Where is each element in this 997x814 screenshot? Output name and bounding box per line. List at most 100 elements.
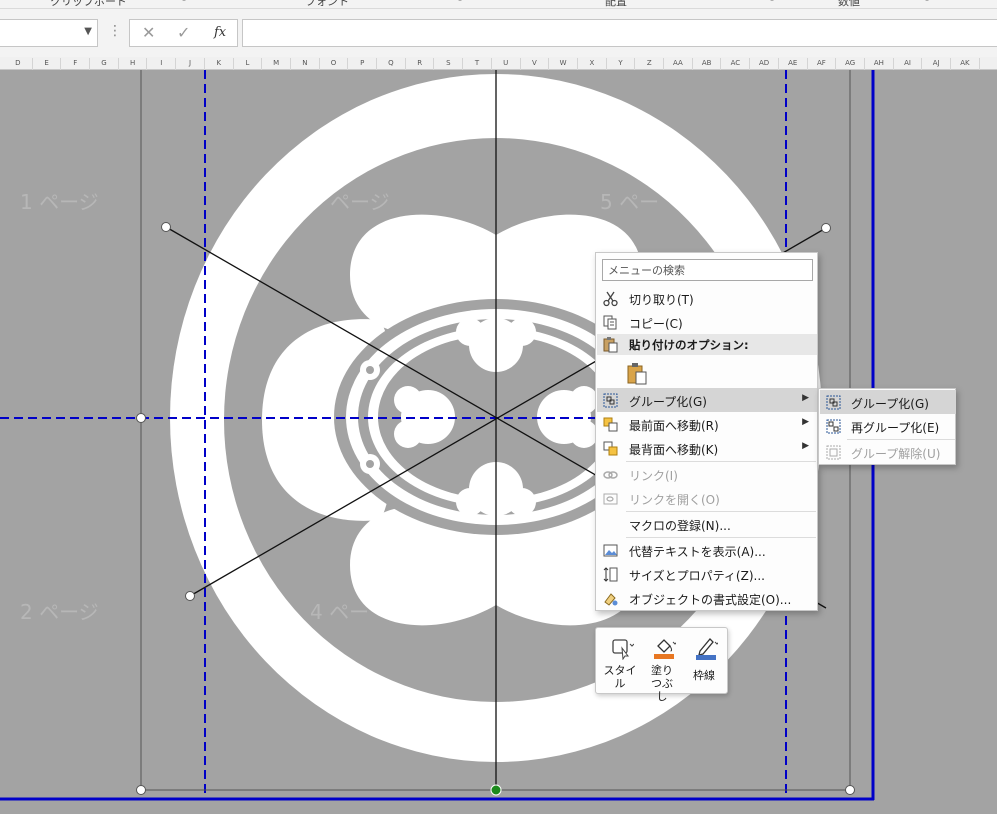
menu-item-open-link[interactable]: リンクを開く(O) (597, 486, 817, 510)
rotation-handle (490, 784, 502, 796)
menu-item-assign-macro[interactable]: マクロの登録(N)... (597, 512, 817, 536)
submenu-arrow-icon: ▶ (802, 393, 809, 403)
send-back-icon (603, 441, 618, 456)
submenu-item-group-label: グループ化(G) (851, 397, 929, 411)
alignment-launcher-icon[interactable]: ⌟ (770, 0, 774, 3)
fill-bucket-icon (654, 639, 676, 659)
paste-default-icon (627, 363, 647, 385)
column-header-cell[interactable]: L (234, 58, 263, 70)
paste-option-button[interactable] (597, 359, 817, 389)
outline-button-label: 枠線 (693, 669, 715, 682)
paste-options-label: 貼り付けのオプション: (629, 338, 749, 352)
paste-options-header: 貼り付けのオプション: (597, 334, 817, 355)
column-header-cell[interactable]: AG (836, 58, 865, 70)
ribbon-group-font[interactable]: フォント (305, 0, 349, 8)
cancel-entry-icon[interactable]: ✕ (142, 23, 155, 42)
ribbon-group-alignment[interactable]: 配置 (605, 0, 627, 8)
column-header-cell[interactable]: AJ (922, 58, 952, 70)
fill-button[interactable]: 塗りつぶし (642, 634, 682, 703)
name-box[interactable]: ▼ (0, 19, 98, 47)
column-header-cell[interactable]: X (578, 58, 607, 70)
column-header-cell[interactable]: G (90, 58, 119, 70)
submenu-item-regroup-label: 再グループ化(E) (851, 421, 940, 435)
menu-item-bring-front-label: 最前面へ移動(R) (629, 419, 719, 433)
column-header-cell[interactable]: D (4, 58, 33, 70)
page-label-3: ページ (330, 190, 390, 214)
column-header-cell[interactable]: H (119, 58, 148, 70)
menu-item-send-back[interactable]: 最背面へ移動(K) ▶ (597, 436, 817, 460)
context-menu: 切り取り(T) コピー(C) 貼り付けのオプション: (595, 252, 818, 611)
submenu-arrow-icon: ▶ (802, 417, 809, 427)
column-header-cell[interactable]: AD (750, 58, 779, 70)
page-label-1: 1 ページ (20, 190, 99, 214)
menu-item-alt-text[interactable]: 代替テキストを表示(A)... (597, 538, 817, 562)
enter-entry-icon[interactable]: ✓ (177, 23, 190, 42)
name-box-dropdown-icon[interactable]: ▼ (84, 26, 92, 37)
number-launcher-icon[interactable]: ⌟ (925, 0, 929, 3)
column-header-cell[interactable]: AF (808, 58, 837, 70)
ribbon-group-number[interactable]: 数値 (838, 0, 860, 8)
menu-item-bring-front[interactable]: 最前面へ移動(R) ▶ (597, 412, 817, 436)
column-header: D E F G H I J K L M N O P Q R S T U V W X Y Z AA AB AC AD AE AF AG AH A… (0, 57, 997, 70)
menu-search-box[interactable] (602, 259, 813, 281)
menu-item-group-label: グループ化(G) (629, 395, 707, 409)
column-header-cell[interactable]: Q (377, 58, 406, 70)
column-header-cell[interactable]: Y (607, 58, 636, 70)
copy-icon (603, 315, 617, 330)
alt-text-icon (603, 544, 618, 557)
submenu-item-regroup[interactable]: 再グループ化(E) (820, 414, 956, 438)
outline-pen-icon (696, 638, 718, 660)
column-header-cell[interactable]: AB (693, 58, 722, 70)
menu-item-copy[interactable]: コピー(C) (597, 310, 817, 334)
column-header-cell[interactable]: Z (635, 58, 665, 70)
clipboard-launcher-icon[interactable]: ⌟ (182, 0, 186, 3)
column-header-cell[interactable]: AC (722, 58, 751, 70)
column-header-cell[interactable]: O (320, 58, 349, 70)
page-label-2: 2 ページ (20, 600, 99, 624)
column-header-cell[interactable]: E (33, 58, 62, 70)
menu-item-size-properties[interactable]: サイズとプロパティ(Z)... (597, 562, 817, 586)
menu-item-group[interactable]: グループ化(G) ▶ (597, 388, 817, 412)
column-header-cell[interactable]: M (262, 58, 291, 70)
page-label-4: 4 ペー (310, 600, 370, 624)
column-header-cell[interactable]: V (521, 58, 550, 70)
column-header-cell[interactable]: F (61, 58, 91, 70)
column-header-cell[interactable]: N (291, 58, 320, 70)
column-header-cell[interactable]: K (205, 58, 234, 70)
open-link-icon (603, 493, 618, 505)
column-header-cell[interactable]: R (406, 58, 435, 70)
group-icon (603, 393, 618, 408)
menu-item-format-object[interactable]: オブジェクトの書式設定(O)... (597, 586, 817, 610)
insert-function-icon[interactable]: fx (214, 25, 226, 40)
submenu-arrow-icon: ▶ (802, 441, 809, 451)
formula-bar: ▼ ⋮ ✕ ✓ fx (0, 9, 997, 57)
column-header-cell[interactable]: S (435, 58, 464, 70)
menu-item-copy-label: コピー(C) (629, 317, 683, 331)
menu-item-link[interactable]: リンク(I) (597, 462, 817, 486)
style-button[interactable]: スタイル (600, 634, 640, 692)
column-header-cell[interactable]: W (549, 58, 578, 70)
column-header-cell[interactable]: AA (664, 58, 693, 70)
formula-bar-grip-icon[interactable]: ⋮ (108, 23, 122, 39)
column-header-cell[interactable]: AH (865, 58, 894, 70)
font-launcher-icon[interactable]: ⌟ (458, 0, 462, 3)
submenu-item-group[interactable]: グループ化(G) (820, 390, 956, 414)
group-submenu: グループ化(G) 再グループ化(E) グループ解除(U) (818, 388, 956, 465)
ribbon-group-clipboard[interactable]: クリップボード (50, 0, 127, 8)
column-header-cell[interactable]: I (148, 58, 177, 70)
column-header-cell[interactable]: AI (894, 58, 923, 70)
column-header-cell[interactable]: P (348, 58, 378, 70)
column-header-cell[interactable]: U (492, 58, 521, 70)
menu-search-input[interactable] (603, 260, 812, 280)
size-properties-icon (603, 567, 618, 582)
scissors-icon (603, 291, 618, 307)
column-header-cell[interactable]: T (463, 58, 492, 70)
outline-button[interactable]: 枠線 (684, 634, 724, 692)
menu-item-cut[interactable]: 切り取り(T) (597, 286, 817, 310)
column-header-cell[interactable]: J (176, 58, 205, 70)
column-header-cell[interactable]: AE (779, 58, 808, 70)
submenu-item-ungroup[interactable]: グループ解除(U) (820, 440, 956, 464)
column-header-cell[interactable]: AK (951, 58, 980, 70)
formula-input[interactable] (242, 19, 997, 47)
mini-toolbar: スタイル 塗りつぶし 枠線 (595, 627, 728, 703)
